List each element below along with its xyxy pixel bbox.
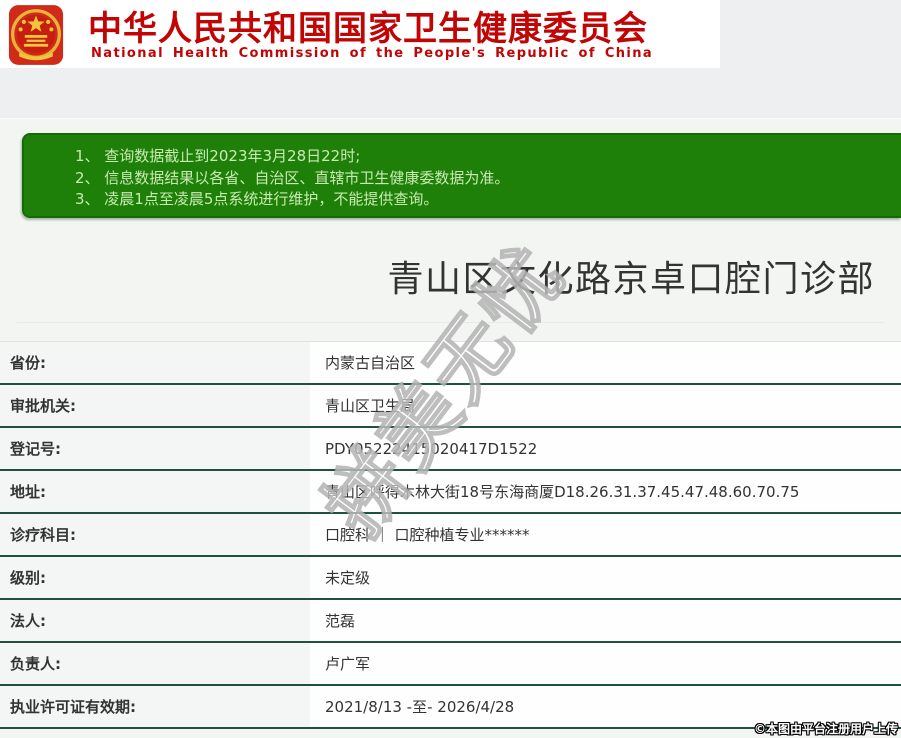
row-value: PDY05222415020417D1522 (310, 428, 901, 469)
org-title-en: National Health Commission of the People… (91, 46, 654, 61)
row-label: 审批机关: (0, 385, 310, 426)
notice-box: 1、 查询数据截止到2023年3月28日22时; 2、 信息数据结果以各省、自治区… (22, 133, 901, 218)
row-label: 省份: (0, 342, 310, 383)
row-label: 法人: (0, 600, 310, 641)
attribution-note: ©本图由平台注册用户上传 (753, 722, 898, 736)
row-value: 未定级 (310, 557, 901, 598)
org-title-zh: 中华人民共和国国家卫生健康委员会 (88, 9, 648, 49)
row-value: 范磊 (310, 600, 901, 641)
clinic-name-title: 青山区文化路京卓口腔门诊部 (387, 259, 875, 300)
row-value: 内蒙古自治区 (310, 342, 901, 383)
table-row: 诊疗科目: 口腔科 ｜ 口腔种植专业****** (0, 514, 901, 557)
title-divider (17, 322, 884, 323)
row-label: 诊疗科目: (0, 514, 310, 555)
table-row: 地址: 青山区呼得木林大街18号东海商厦D18.26.31.37.45.47.48… (0, 471, 901, 514)
row-label: 登记号: (0, 428, 310, 469)
notice-line: 2、 信息数据结果以各省、自治区、直辖市卫生健康委数据为准。 (75, 168, 510, 187)
row-label: 负责人: (0, 643, 310, 684)
table-row: 级别: 未定级 (0, 557, 901, 600)
row-label: 执业许可证有效期: (0, 686, 310, 727)
site-header: 中华人民共和国国家卫生健康委员会 National Health Commiss… (0, 0, 720, 68)
nhc-query-result-page: 中华人民共和国国家卫生健康委员会 National Health Commiss… (0, 0, 901, 738)
table-row: 负责人: 卢广军 (0, 643, 901, 686)
table-row: 法人: 范磊 (0, 600, 901, 643)
notice-line: 3、 凌晨1点至凌晨5点系统进行维护，不能提供查询。 (75, 190, 439, 208)
row-label: 级别: (0, 557, 310, 598)
row-value: 青山区卫生局 (310, 385, 901, 426)
table-row: 审批机关: 青山区卫生局 (0, 385, 901, 428)
table-row: 登记号: PDY05222415020417D1522 (0, 428, 901, 471)
details-table: 省份: 内蒙古自治区 审批机关: 青山区卫生局 登记号: PDY0522241502041… (0, 341, 901, 729)
row-value: 口腔科 ｜ 口腔种植专业****** (310, 514, 901, 555)
china-national-emblem-icon (8, 5, 64, 65)
row-value: 卢广军 (310, 643, 901, 684)
row-label: 地址: (0, 471, 310, 512)
row-value: 青山区呼得木林大街18号东海商厦D18.26.31.37.45.47.48.60… (310, 471, 901, 512)
notice-line: 1、 查询数据截止到2023年3月28日22时; (75, 147, 361, 165)
table-row: 省份: 内蒙古自治区 (0, 342, 901, 385)
